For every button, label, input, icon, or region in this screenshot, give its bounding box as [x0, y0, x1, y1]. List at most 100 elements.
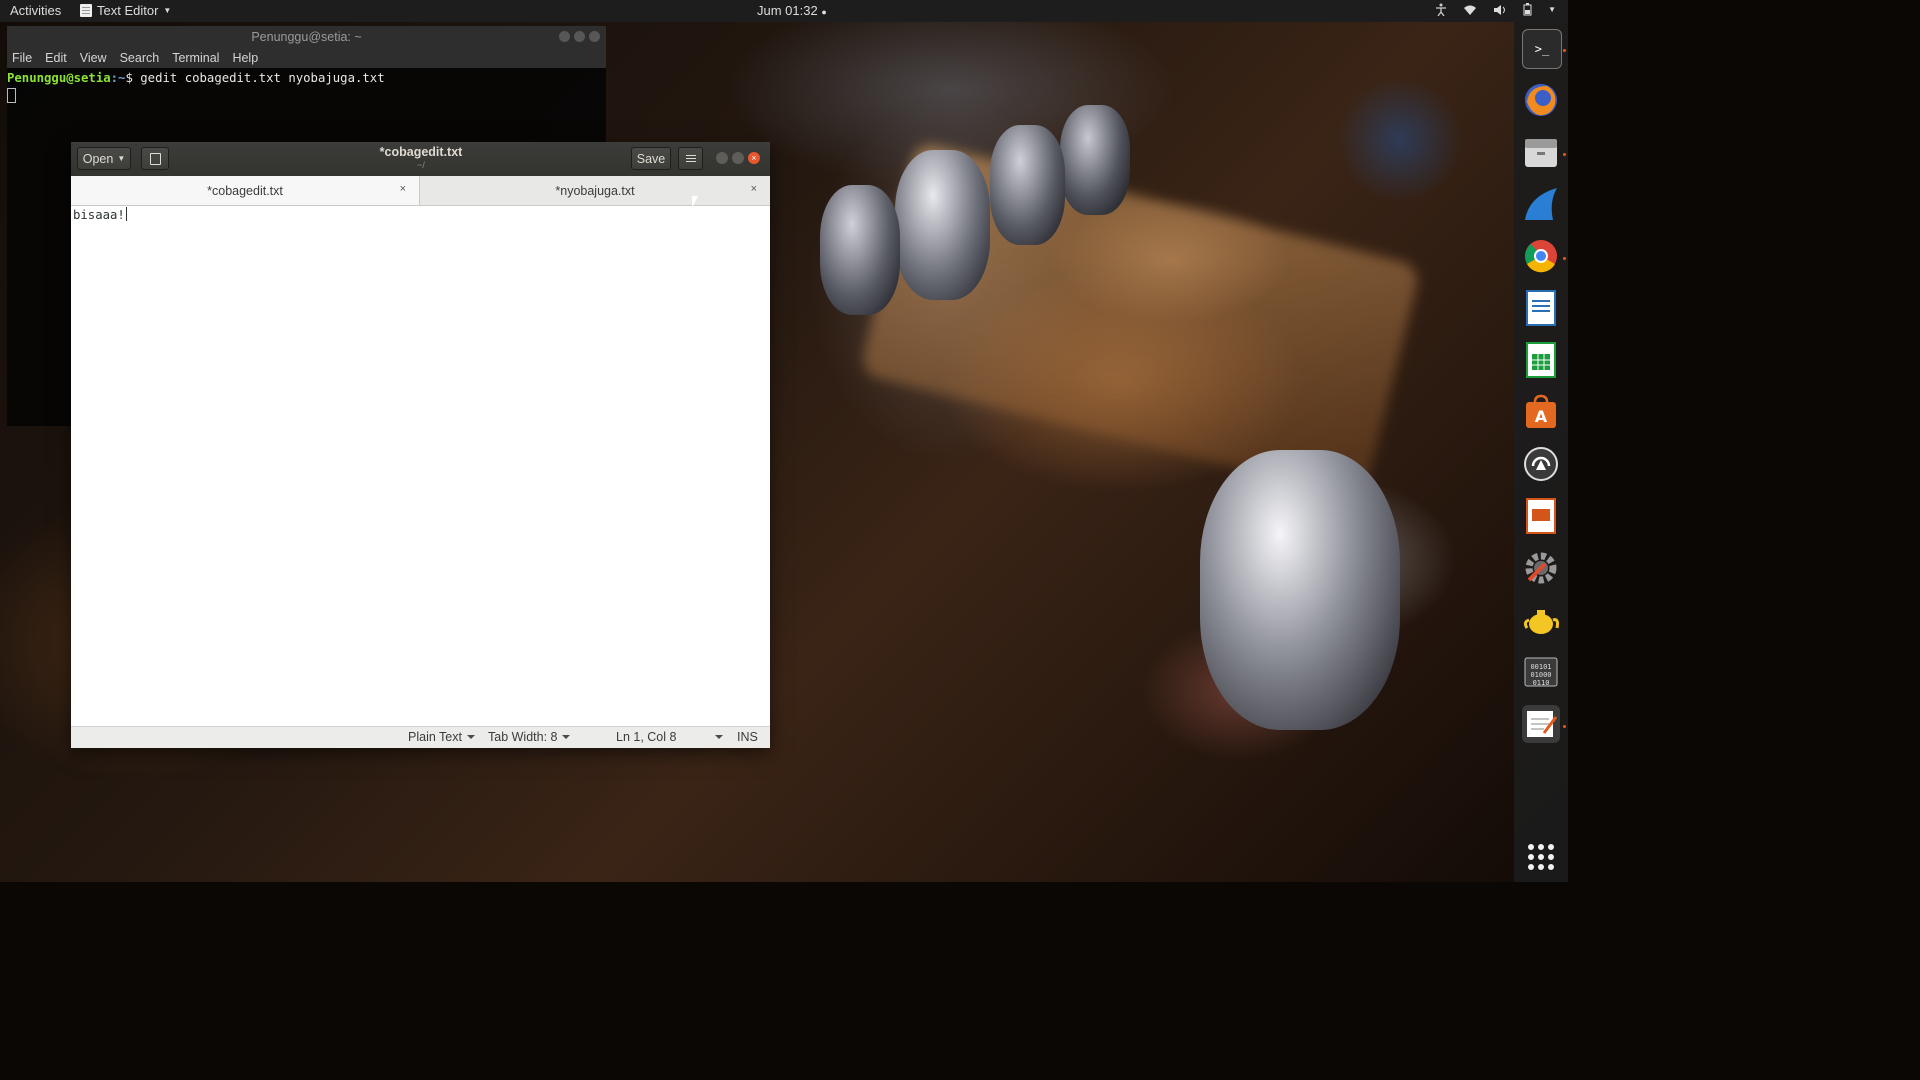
save-button[interactable]: Save — [631, 147, 671, 170]
window-subtitle: ~/ — [417, 160, 425, 170]
calc-icon[interactable] — [1522, 341, 1560, 379]
top-panel: Activities Text Editor ▼ Jum 01:32 ● ▼ — [0, 0, 1568, 22]
activities-button[interactable]: Activities — [10, 3, 61, 18]
writer-icon[interactable] — [1522, 289, 1560, 327]
menu-view[interactable]: View — [80, 51, 107, 65]
running-indicator — [1563, 153, 1566, 156]
status-bar: Plain Text Tab Width: 8 Ln 1, Col 8 INS — [71, 726, 770, 748]
maximize-icon[interactable] — [732, 152, 744, 164]
mouse-pointer-icon — [692, 196, 698, 208]
app-menu[interactable]: Text Editor ▼ — [80, 3, 171, 18]
running-indicator — [1563, 257, 1566, 260]
svg-text:0110: 0110 — [1533, 679, 1550, 687]
prompt-user: Penunggu@setia — [7, 71, 111, 85]
menu-search[interactable]: Search — [120, 51, 160, 65]
terminal-command-line: Penunggu@setia:~$ gedit cobagedit.txt ny… — [7, 71, 606, 86]
tab-nyobajuga[interactable]: *nyobajuga.txt × — [420, 176, 770, 205]
accessibility-icon[interactable] — [1435, 3, 1447, 16]
hamburger-icon — [685, 157, 696, 160]
editor-text: bisaaa! — [73, 208, 125, 222]
svg-text:A: A — [1535, 407, 1548, 426]
terminal-titlebar[interactable]: Penunggu@setia: ~ — [7, 26, 606, 48]
chevron-down-icon[interactable]: ▼ — [1548, 5, 1556, 14]
language-selector[interactable]: Plain Text — [408, 730, 475, 744]
text-editor-icon[interactable] — [1522, 705, 1560, 743]
prompt-symbol: $ — [125, 71, 133, 85]
editor-line: bisaaa! — [73, 207, 127, 222]
open-button[interactable]: Open ▼ — [77, 147, 131, 170]
svg-text:00101: 00101 — [1530, 663, 1551, 671]
clock[interactable]: Jum 01:32 ● — [757, 3, 827, 18]
svg-text:01000: 01000 — [1530, 671, 1551, 679]
menu-file[interactable]: File — [12, 51, 32, 65]
insert-mode[interactable]: INS — [737, 730, 758, 744]
wifi-icon[interactable] — [1463, 4, 1477, 16]
terminal-icon[interactable]: >_ — [1522, 29, 1562, 69]
gedit-headerbar[interactable]: Open ▼ *cobagedit.txt ~/ Save × — [71, 142, 770, 176]
open-button-label: Open — [82, 151, 114, 166]
tab-label: *cobagedit.txt — [207, 183, 283, 198]
chevron-down-icon: ▼ — [163, 6, 172, 15]
wallpaper-tuning-peg — [990, 125, 1065, 245]
menu-button[interactable] — [678, 147, 703, 170]
insert-mode-label: INS — [737, 730, 758, 744]
terminal-title: Penunggu@setia: ~ — [251, 30, 362, 44]
terminal-output[interactable]: Penunggu@setia:~$ gedit cobagedit.txt ny… — [7, 68, 606, 107]
terminal-command: gedit cobagedit.txt nyobajuga.txt — [140, 71, 385, 85]
notification-dot-icon: ● — [821, 7, 827, 17]
close-icon[interactable] — [589, 31, 600, 42]
volume-icon[interactable] — [1493, 4, 1507, 16]
impress-icon[interactable] — [1522, 497, 1560, 535]
teapot-icon[interactable] — [1522, 601, 1560, 639]
prompt-path: :~ — [110, 71, 126, 85]
system-tray[interactable]: ▼ — [1435, 3, 1556, 16]
cursor-position[interactable]: Ln 1, Col 8 — [616, 730, 724, 744]
clock-label: Jum 01:32 — [757, 3, 818, 18]
software-center-icon[interactable]: A — [1522, 393, 1560, 431]
menu-terminal[interactable]: Terminal — [172, 51, 219, 65]
terminal-menubar: File Edit View Search Terminal Help — [7, 48, 606, 68]
menu-edit[interactable]: Edit — [45, 51, 67, 65]
close-icon[interactable]: × — [748, 152, 760, 164]
wallpaper-tuning-peg — [1200, 450, 1400, 730]
firefox-icon[interactable] — [1522, 81, 1560, 119]
tab-cobagedit[interactable]: *cobagedit.txt × — [71, 176, 420, 205]
chrome-icon[interactable] — [1522, 237, 1560, 275]
new-document-icon — [149, 152, 161, 165]
text-cursor — [125, 207, 127, 221]
cursor-position-label: Ln 1, Col 8 — [616, 730, 677, 744]
wallpaper-tuning-peg — [820, 185, 900, 315]
minimize-icon[interactable] — [559, 31, 570, 42]
minimize-icon[interactable] — [716, 152, 728, 164]
tab-width-selector[interactable]: Tab Width: 8 — [488, 730, 571, 744]
gedit-window[interactable]: Open ▼ *cobagedit.txt ~/ Save × *cobaged… — [71, 142, 770, 748]
chevron-down-icon — [466, 735, 475, 739]
show-applications-icon[interactable] — [1528, 844, 1554, 870]
settings-icon[interactable] — [1522, 549, 1560, 587]
chevron-down-icon: ▼ — [117, 154, 126, 163]
wallpaper-tuning-peg — [895, 150, 990, 300]
tab-bar: *cobagedit.txt × *nyobajuga.txt × — [71, 176, 770, 206]
menu-help[interactable]: Help — [232, 51, 258, 65]
running-indicator — [1563, 725, 1566, 728]
tab-label: *nyobajuga.txt — [555, 183, 635, 198]
hex-editor-icon[interactable]: 00101 01000 0110 — [1522, 653, 1560, 691]
app-menu-label: Text Editor — [97, 3, 159, 18]
battery-icon[interactable] — [1523, 3, 1532, 16]
text-editor-area[interactable]: bisaaa! — [71, 206, 770, 726]
terminal-cursor — [7, 88, 16, 103]
running-indicator — [1563, 49, 1566, 52]
chevron-down-icon — [715, 735, 724, 739]
close-icon[interactable]: × — [751, 183, 757, 195]
window-title: *cobagedit.txt — [379, 145, 463, 159]
tab-width-label: Tab Width: 8 — [488, 730, 558, 744]
dock: >_ A 00101 01000 0110 — [1514, 22, 1568, 882]
maximize-icon[interactable] — [574, 31, 585, 42]
new-document-button[interactable] — [141, 147, 169, 170]
update-icon[interactable] — [1522, 445, 1560, 483]
browser-shark-icon[interactable] — [1522, 185, 1560, 223]
files-icon[interactable] — [1522, 133, 1560, 171]
text-editor-icon — [80, 4, 92, 17]
language-label: Plain Text — [408, 730, 462, 744]
close-icon[interactable]: × — [400, 183, 406, 195]
